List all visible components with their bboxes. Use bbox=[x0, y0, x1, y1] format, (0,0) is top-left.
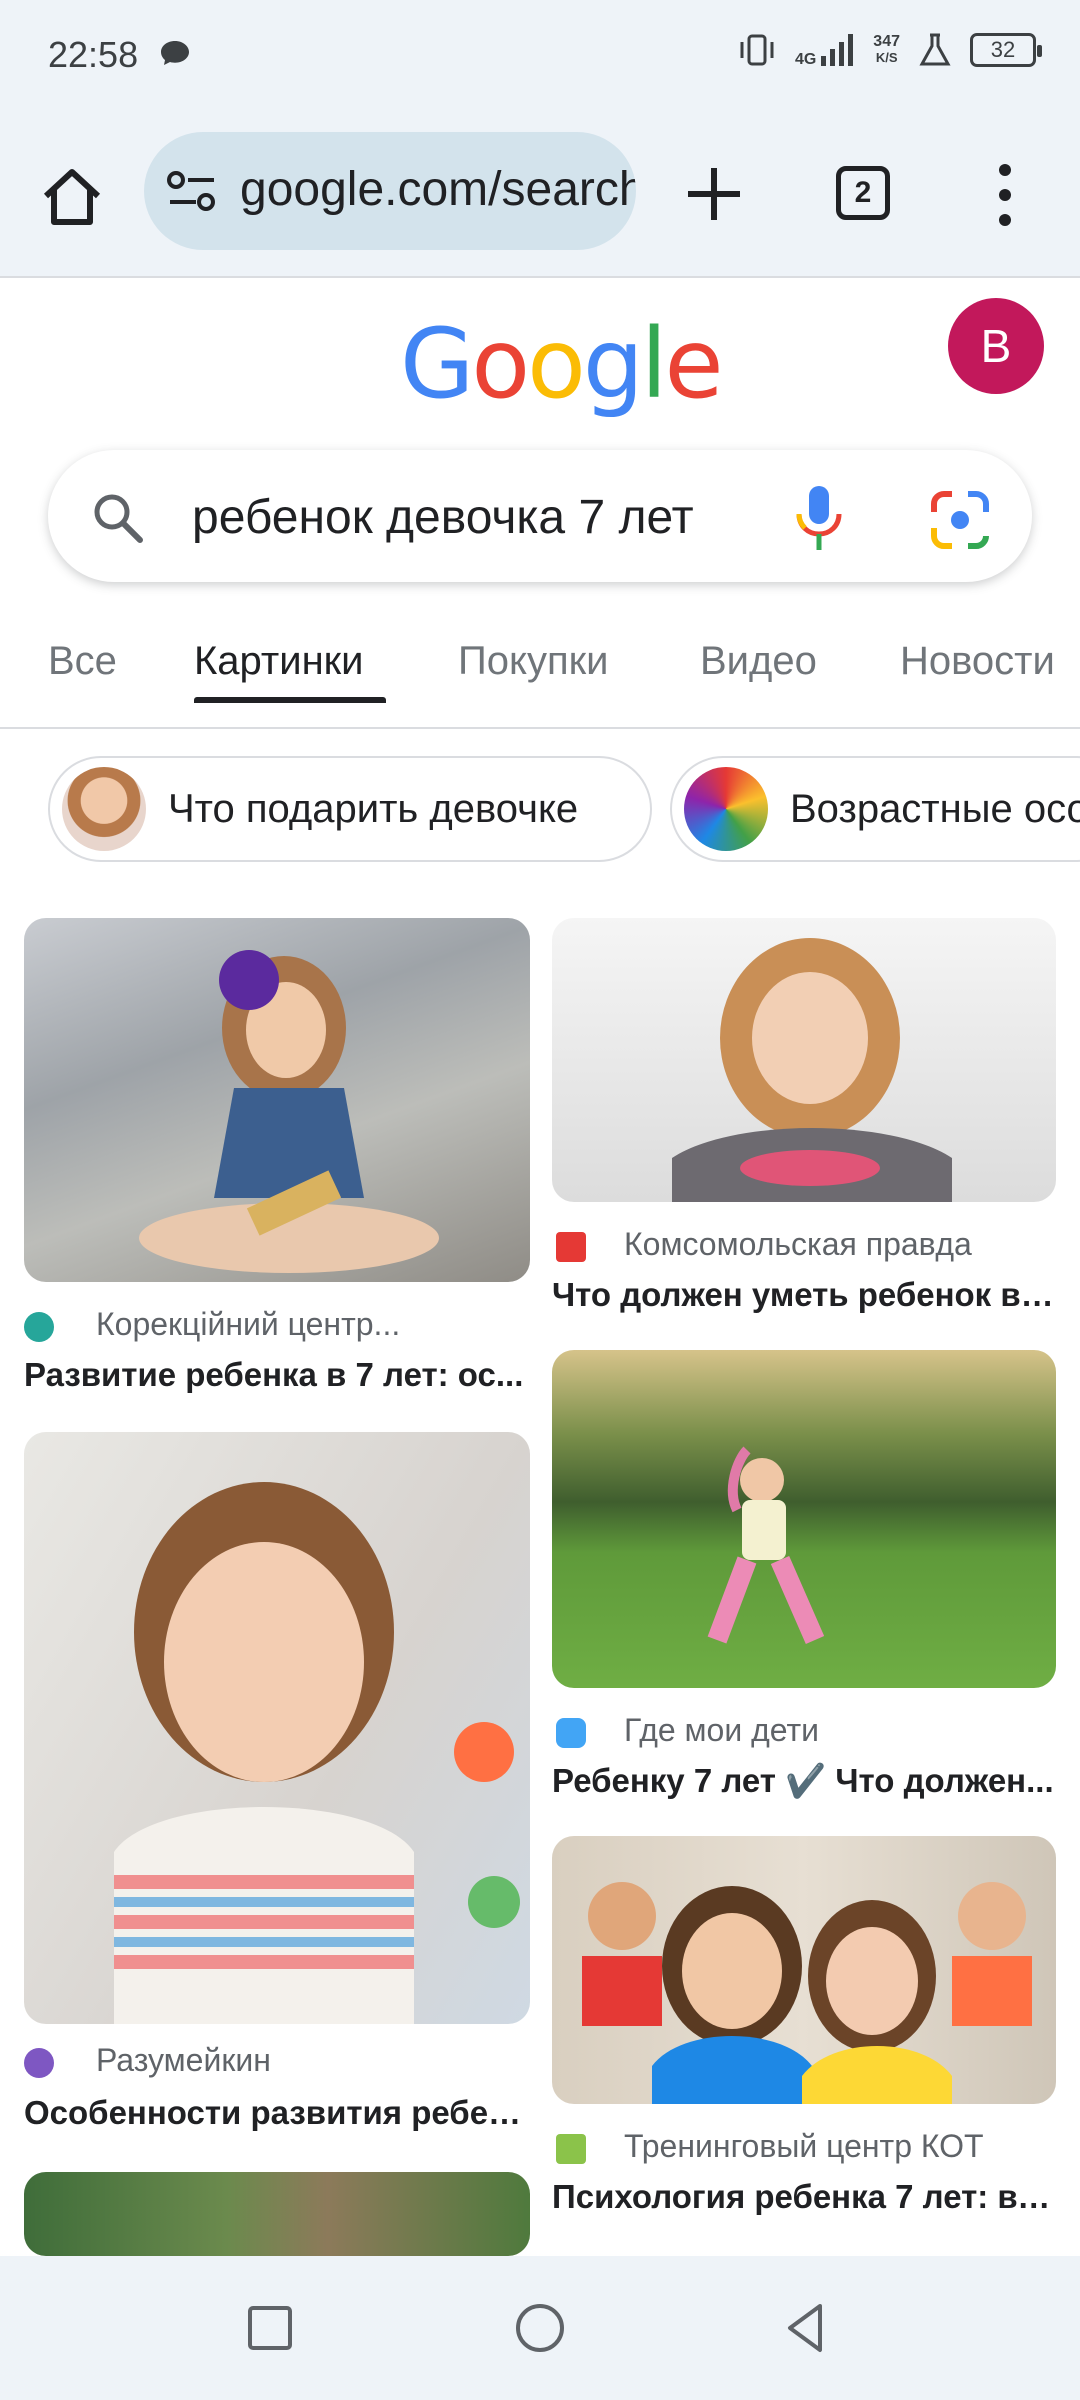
tab-images[interactable]: Картинки bbox=[194, 639, 364, 684]
logo-letter: o bbox=[471, 308, 530, 420]
result-title[interactable]: Особенности развития ребен... bbox=[24, 2094, 530, 2132]
search-input[interactable]: ребенок девочка 7 лет bbox=[192, 490, 694, 545]
tab-news[interactable]: Новости bbox=[900, 639, 1055, 684]
result-title[interactable]: Психология ребенка 7 лет: во... bbox=[552, 2178, 1056, 2216]
girl-sitting-photo bbox=[139, 950, 439, 1273]
google-logo[interactable]: Google bbox=[400, 308, 724, 420]
account-avatar[interactable]: B bbox=[948, 298, 1044, 394]
suggestion-chip[interactable]: Что подарить девочке bbox=[48, 756, 652, 862]
network-speed: 347 K/S bbox=[873, 33, 900, 66]
browser-toolbar: google.com/search 2 bbox=[0, 110, 1080, 278]
back-icon[interactable] bbox=[776, 2298, 836, 2358]
logo-letter: G bbox=[400, 308, 474, 420]
tab-shopping[interactable]: Покупки bbox=[458, 639, 608, 684]
girl-smiling-photo bbox=[114, 1482, 520, 2024]
result-title[interactable]: Развитие ребенка в 7 лет: ос... bbox=[24, 1356, 530, 1394]
new-tab-icon[interactable] bbox=[680, 160, 748, 228]
url-text: google.com/search bbox=[240, 163, 636, 216]
chip-thumbnail bbox=[62, 767, 146, 851]
status-time: 22:58 bbox=[48, 34, 139, 75]
home-nav-icon[interactable] bbox=[510, 2298, 570, 2358]
razumeykin-logo-icon bbox=[24, 2048, 54, 2078]
address-bar[interactable]: google.com/search bbox=[144, 132, 636, 250]
logo-letter: o bbox=[527, 308, 586, 420]
result-source[interactable]: Где мои дети bbox=[624, 1712, 819, 1749]
tab-video[interactable]: Видео bbox=[700, 639, 817, 684]
suggestion-chip[interactable]: Возрастные особенности bbox=[670, 756, 1080, 862]
logo-letter: g bbox=[582, 308, 644, 420]
result-source[interactable]: Тренинговый центр КОТ bbox=[624, 2128, 984, 2165]
kot-logo-icon bbox=[556, 2134, 586, 2164]
battery-indicator: 32 bbox=[970, 33, 1042, 67]
system-navigation-bar bbox=[0, 2256, 1080, 2400]
status-indicators: 4G 347 K/S 32 bbox=[737, 30, 1042, 70]
result-image[interactable] bbox=[24, 918, 530, 1282]
children-smiling-photo bbox=[582, 1882, 1032, 2104]
logo-letter: l bbox=[640, 308, 668, 420]
status-bar: 22:58 4G 347 K/S 32 bbox=[0, 0, 1080, 110]
result-title[interactable]: Ребенку 7 лет ✔️ Что должен... bbox=[552, 1762, 1056, 1801]
result-image[interactable] bbox=[552, 1350, 1056, 1688]
tab-switcher-button[interactable]: 2 bbox=[836, 166, 890, 220]
signal-indicator: 4G bbox=[795, 32, 855, 68]
logo-letter: e bbox=[664, 308, 723, 420]
result-image[interactable] bbox=[552, 1836, 1056, 2104]
chip-label: Возрастные особенности bbox=[790, 786, 1080, 831]
voice-search-icon[interactable] bbox=[790, 484, 848, 552]
recents-icon[interactable] bbox=[240, 2298, 300, 2358]
kp-bird-logo-icon bbox=[556, 1232, 586, 1262]
result-title[interactable]: Что должен уметь ребенок в ... bbox=[552, 1276, 1056, 1314]
result-image[interactable] bbox=[24, 2172, 530, 2256]
home-icon[interactable] bbox=[36, 162, 108, 234]
result-image[interactable] bbox=[552, 918, 1056, 1202]
girl-lying-photo bbox=[672, 938, 952, 1202]
search-icon bbox=[94, 494, 143, 543]
site-settings-icon[interactable] bbox=[166, 170, 218, 214]
signal-icon bbox=[821, 34, 854, 66]
vibrate-icon bbox=[740, 34, 774, 66]
active-tab-indicator bbox=[194, 697, 386, 703]
girl-playing-photo bbox=[707, 1446, 825, 1645]
more-options-icon[interactable] bbox=[990, 162, 1020, 228]
result-source[interactable]: Комсомольская правда bbox=[624, 1226, 972, 1263]
chip-label: Что подарить девочке bbox=[168, 786, 579, 831]
result-source[interactable]: Разумейкин bbox=[96, 2042, 271, 2079]
search-box[interactable]: ребенок девочка 7 лет bbox=[48, 450, 1032, 582]
search-tabs: Все Картинки Покупки Видео Новости bbox=[0, 625, 1080, 729]
google-lens-icon[interactable] bbox=[930, 490, 990, 550]
flask-icon bbox=[919, 33, 951, 66]
result-image[interactable] bbox=[24, 1432, 530, 2024]
result-source[interactable]: Корекційний центр... bbox=[96, 1306, 400, 1343]
message-notification-icon bbox=[161, 41, 189, 65]
tab-all[interactable]: Все bbox=[48, 639, 117, 684]
chip-thumbnail bbox=[684, 767, 768, 851]
where-kids-logo-icon bbox=[556, 1718, 586, 1748]
brain-logo-icon bbox=[24, 1312, 54, 1342]
